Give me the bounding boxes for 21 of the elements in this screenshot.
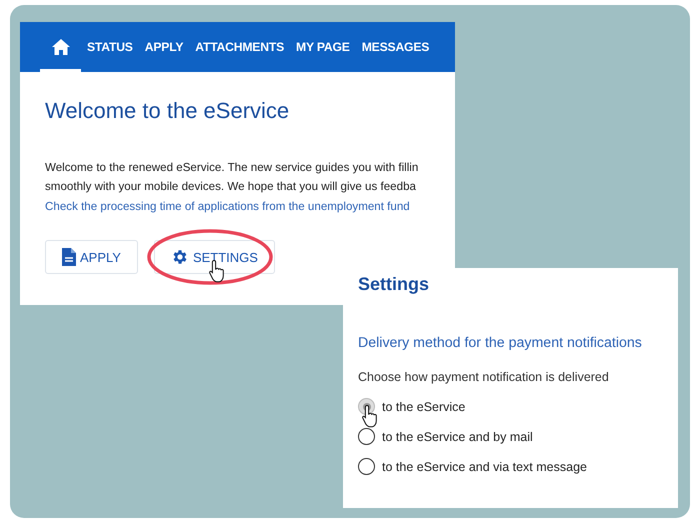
radio-button[interactable] bbox=[358, 458, 375, 475]
radio-button[interactable] bbox=[358, 428, 375, 445]
processing-time-link[interactable]: Check the processing time of applications from the unemployment fund bbox=[45, 200, 410, 213]
option-label: to the eService and via text message bbox=[382, 460, 587, 474]
option-label: to the eService and by mail bbox=[382, 430, 533, 444]
page-title: Welcome to the eService bbox=[45, 98, 290, 124]
nav-tab[interactable]: STATUS bbox=[81, 22, 139, 72]
nav-tab[interactable]: ATTACHMENTS bbox=[189, 22, 290, 72]
home-icon bbox=[52, 39, 70, 55]
question-text: Choose how payment notification is delivered bbox=[358, 370, 609, 384]
apply-button[interactable]: APPLY bbox=[45, 240, 138, 274]
option-label: to the eService bbox=[382, 400, 466, 414]
nav-tab[interactable]: MY PAGE bbox=[290, 22, 356, 72]
intro-text: Welcome to the renewed eService. The new service guides you with fillin smoothly with your mobile devices. We hope that you will give us feedba bbox=[45, 160, 420, 195]
nav-tab[interactable]: APPLY bbox=[138, 22, 190, 72]
settings-title: Settings bbox=[358, 274, 430, 295]
nav-tab[interactable]: MESSAGES bbox=[356, 22, 436, 72]
document-icon bbox=[62, 248, 76, 266]
section-heading: Delivery method for the payment notifications bbox=[358, 335, 642, 351]
settings-button[interactable]: SETTINGS bbox=[154, 240, 275, 274]
gear-icon bbox=[170, 248, 189, 266]
